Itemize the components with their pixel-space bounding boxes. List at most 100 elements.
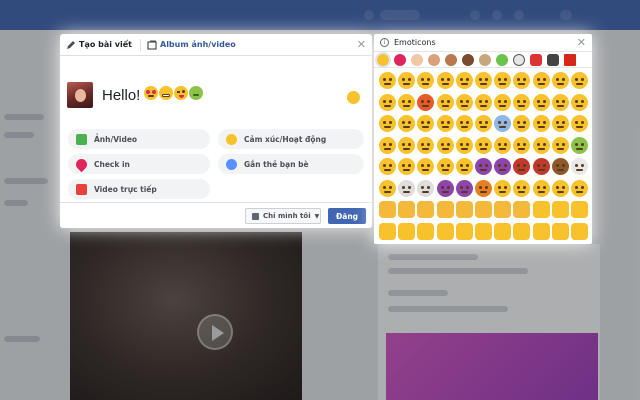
emoji-cell[interactable] <box>417 201 435 218</box>
emoji-cell[interactable] <box>398 136 416 154</box>
emoji-cell[interactable] <box>455 179 473 197</box>
emoji-cell[interactable] <box>494 72 512 89</box>
emoji-cell[interactable] <box>494 115 512 132</box>
emoji-cell[interactable] <box>455 115 473 132</box>
emoji-cell[interactable] <box>475 201 492 218</box>
emoji-cell[interactable] <box>494 222 512 240</box>
emoji-cell[interactable] <box>571 158 588 175</box>
emoji-cell[interactable] <box>379 72 396 89</box>
emoji-cell[interactable] <box>475 115 492 132</box>
close-icon[interactable]: ✕ <box>357 39 366 50</box>
emoji-cell[interactable] <box>571 93 588 111</box>
emoji-cell[interactable] <box>532 93 550 111</box>
tab-create-post[interactable]: Tạo bài viết <box>66 40 132 50</box>
emoji-cell[interactable] <box>571 201 588 218</box>
emoji-cell[interactable] <box>571 115 588 132</box>
emoji-cell[interactable] <box>417 136 435 154</box>
emoji-cell[interactable] <box>398 158 416 175</box>
emoji-cell[interactable] <box>571 222 588 240</box>
emoji-cell[interactable] <box>436 93 454 111</box>
emoji-cell[interactable] <box>551 201 569 218</box>
emoji-cell[interactable] <box>513 201 531 218</box>
emoji-cell[interactable] <box>494 93 512 111</box>
tab-photo-album[interactable]: Album ảnh/video <box>147 40 236 50</box>
emoji-cell[interactable] <box>513 93 531 111</box>
emoji-cell[interactable] <box>436 158 454 175</box>
emoji-cell[interactable] <box>417 72 435 89</box>
emoji-cell[interactable] <box>436 72 454 89</box>
person-category-icon[interactable] <box>411 53 423 66</box>
emoji-cell[interactable] <box>398 93 416 111</box>
emoji-cell[interactable] <box>532 158 550 175</box>
smileys-category-icon[interactable] <box>375 51 391 68</box>
emoji-cell[interactable] <box>379 179 396 197</box>
emoji-cell[interactable] <box>571 136 588 154</box>
emoji-cell[interactable] <box>398 222 416 240</box>
emoji-cell[interactable] <box>455 158 473 175</box>
emoji-cell[interactable] <box>475 72 492 89</box>
emoji-cell[interactable] <box>398 201 416 218</box>
activity-category-icon[interactable] <box>513 53 525 66</box>
emoji-cell[interactable] <box>417 179 435 197</box>
emoji-cell[interactable] <box>379 201 396 218</box>
emoji-cell[interactable] <box>417 158 435 175</box>
post-button[interactable]: Đăng <box>328 208 366 224</box>
emoji-cell[interactable] <box>436 222 454 240</box>
emoji-cell[interactable] <box>551 93 569 111</box>
animals-category-icon[interactable] <box>479 53 491 66</box>
person-medium-category-icon[interactable] <box>428 53 440 66</box>
emoji-cell[interactable] <box>417 115 435 132</box>
emoji-picker-button[interactable] <box>347 91 360 104</box>
emoji-cell[interactable] <box>551 158 569 175</box>
person-tan-category-icon[interactable] <box>445 53 457 66</box>
emoji-cell[interactable] <box>551 72 569 89</box>
emoji-cell[interactable] <box>551 136 569 154</box>
emoji-cell[interactable] <box>513 179 531 197</box>
emoji-cell[interactable] <box>513 136 531 154</box>
emoji-cell[interactable] <box>513 72 531 89</box>
close-icon[interactable]: ✕ <box>577 37 586 48</box>
emoji-cell[interactable] <box>494 201 512 218</box>
emoji-cell[interactable] <box>379 222 396 240</box>
emoji-cell[interactable] <box>571 72 588 89</box>
emoji-cell[interactable] <box>532 72 550 89</box>
emoji-cell[interactable] <box>417 93 435 111</box>
emoji-cell[interactable] <box>436 201 454 218</box>
tag-friends-button[interactable]: Gắn thẻ bạn bè <box>218 154 364 174</box>
emoji-cell[interactable] <box>494 136 512 154</box>
emoji-cell[interactable] <box>379 158 396 175</box>
emoji-cell[interactable] <box>379 93 396 111</box>
emoji-cell[interactable] <box>513 115 531 132</box>
emoji-cell[interactable] <box>475 158 492 175</box>
emoji-cell[interactable] <box>398 115 416 132</box>
feeling-activity-button[interactable]: Cảm xúc/Hoạt động <box>218 129 364 149</box>
emoji-cell[interactable] <box>513 158 531 175</box>
emoji-cell[interactable] <box>494 179 512 197</box>
emoji-cell[interactable] <box>571 179 588 197</box>
emoji-cell[interactable] <box>398 179 416 197</box>
emoji-cell[interactable] <box>475 222 492 240</box>
privacy-selector[interactable]: Chỉ mình tôi ▼ <box>245 208 321 224</box>
heart-category-icon[interactable] <box>394 53 406 66</box>
emoji-cell[interactable] <box>494 158 512 175</box>
person-dark-category-icon[interactable] <box>462 53 474 66</box>
emoji-cell[interactable] <box>379 115 396 132</box>
emoji-cell[interactable] <box>436 136 454 154</box>
emoji-cell[interactable] <box>532 179 550 197</box>
emoji-cell[interactable] <box>417 222 435 240</box>
emoji-cell[interactable] <box>532 136 550 154</box>
live-video-button[interactable]: Video trực tiếp <box>68 179 210 199</box>
food-category-icon[interactable] <box>496 53 508 66</box>
emoji-cell[interactable] <box>532 115 550 132</box>
flags-category-icon[interactable] <box>564 53 576 66</box>
emoji-cell[interactable] <box>398 72 416 89</box>
emoji-cell[interactable] <box>532 222 550 240</box>
post-text-input[interactable]: Hello! <box>102 87 140 104</box>
emoji-cell[interactable] <box>379 136 396 154</box>
emoji-cell[interactable] <box>455 222 473 240</box>
emoji-cell[interactable] <box>532 201 550 218</box>
emoji-cell[interactable] <box>455 201 473 218</box>
travel-category-icon[interactable] <box>530 53 542 66</box>
emoji-cell[interactable] <box>436 179 454 197</box>
emoji-cell[interactable] <box>475 179 492 197</box>
